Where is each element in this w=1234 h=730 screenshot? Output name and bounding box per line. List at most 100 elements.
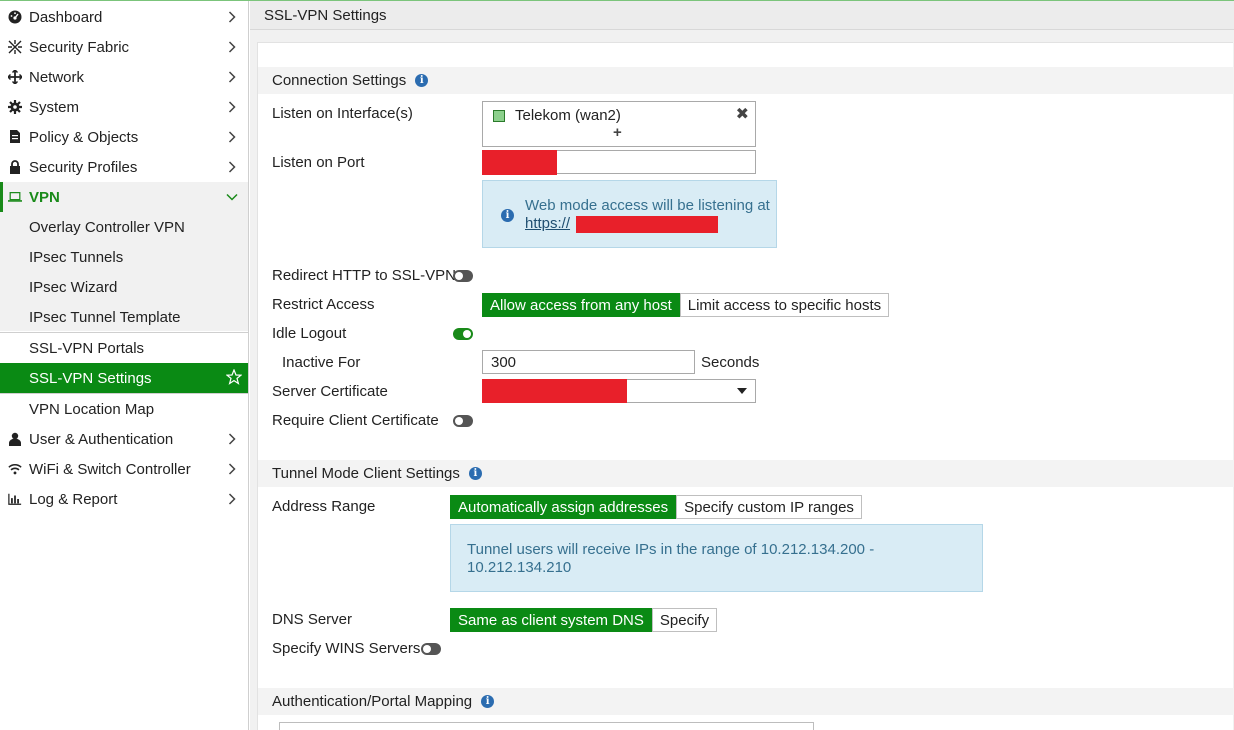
wins-servers-toggle[interactable]: [421, 643, 441, 655]
web-mode-info-text: Web mode access will be listening at: [525, 197, 770, 214]
inactive-for-label: Inactive For: [282, 354, 361, 371]
listen-port-label: Listen on Port: [272, 154, 365, 171]
same-as-client-dns-option[interactable]: Same as client system DNS: [450, 608, 652, 632]
sidebar-item-label: Dashboard: [29, 8, 103, 26]
restrict-access-segmented: Allow access from any host Limit access …: [482, 293, 890, 317]
require-client-cert-toggle[interactable]: [453, 415, 473, 427]
auth-portal-mapping-header: Authentication/Portal Mapping i: [258, 688, 1234, 715]
idle-logout-label: Idle Logout: [272, 325, 347, 342]
sidebar-item-system[interactable]: System: [0, 92, 248, 122]
add-icon[interactable]: +: [613, 124, 622, 141]
interface-selector[interactable]: Telekom (wan2) ✖ +: [482, 101, 756, 147]
sidebar-item-label: User & Authentication: [29, 430, 174, 448]
sidebar-item-security-fabric[interactable]: Security Fabric: [0, 32, 248, 62]
info-icon[interactable]: i: [468, 467, 482, 480]
chevron-right-icon: [226, 462, 238, 476]
wins-servers-label: Specify WINS Servers: [272, 640, 421, 657]
custom-ip-ranges-option[interactable]: Specify custom IP ranges: [676, 495, 862, 519]
page-title-bar: SSL-VPN Settings: [250, 1, 1234, 30]
seconds-label: Seconds: [701, 354, 760, 371]
sidebar-item-label: Network: [29, 68, 85, 86]
portal-mapping-table[interactable]: [279, 722, 814, 730]
sidebar-item-policy-objects[interactable]: Policy & Objects: [0, 122, 248, 152]
sidebar-item-label: SSL-VPN Settings: [29, 369, 152, 387]
sidebar-item-label: Policy & Objects: [29, 128, 139, 146]
chevron-right-icon: [226, 432, 238, 446]
laptop-icon: [8, 190, 22, 204]
sidebar-item-label: Security Fabric: [29, 38, 130, 56]
tunnel-info-line-2: 10.212.134.210: [467, 559, 572, 576]
address-range-segmented: Automatically assign addresses Specify c…: [450, 495, 862, 519]
settings-panel: Connection Settings i Listen on Interfac…: [257, 42, 1234, 730]
sidebar-item-user-authentication[interactable]: User & Authentication: [0, 424, 248, 454]
network-arrows-icon: [8, 70, 22, 84]
restrict-access-label: Restrict Access: [272, 296, 375, 313]
info-icon: i: [501, 209, 514, 222]
sidebar-item-ipsec-tunnel-template[interactable]: IPsec Tunnel Template: [0, 302, 248, 332]
sidebar-item-label: VPN Location Map: [29, 400, 155, 418]
page-title: SSL-VPN Settings: [264, 6, 387, 24]
redirect-http-toggle[interactable]: [453, 270, 473, 282]
lock-icon: [8, 160, 22, 174]
tunnel-ip-info-box: Tunnel users will receive IPs in the ran…: [450, 524, 983, 592]
web-mode-link[interactable]: https://: [525, 215, 570, 232]
sidebar-item-label: IPsec Tunnel Template: [29, 308, 181, 326]
document-icon: [8, 130, 22, 144]
sidebar-item-wifi-switch[interactable]: WiFi & Switch Controller: [0, 454, 248, 484]
sidebar-item-label: WiFi & Switch Controller: [29, 460, 191, 478]
tunnel-info-line-1: Tunnel users will receive IPs in the ran…: [467, 541, 875, 558]
interface-tag: Telekom (wan2): [493, 107, 621, 124]
sidebar-item-ipsec-tunnels[interactable]: IPsec Tunnels: [0, 242, 248, 272]
listen-interface-label: Listen on Interface(s): [272, 105, 413, 122]
wifi-icon: [8, 462, 22, 476]
sidebar-item-network[interactable]: Network: [0, 62, 248, 92]
interface-name: Telekom (wan2): [515, 107, 621, 124]
sidebar-item-security-profiles[interactable]: Security Profiles: [0, 152, 248, 182]
chevron-down-icon: [226, 190, 238, 204]
sidebar-item-ssl-vpn-settings[interactable]: SSL-VPN Settings: [0, 363, 248, 393]
sidebar-item-log-report[interactable]: Log & Report: [0, 484, 248, 514]
redacted-url: [576, 216, 718, 233]
info-icon[interactable]: i: [481, 695, 495, 708]
sidebar-item-label: Log & Report: [29, 490, 118, 508]
section-title: Tunnel Mode Client Settings: [272, 465, 460, 482]
sidebar-item-label: IPsec Wizard: [29, 278, 118, 296]
sidebar-item-vpn-location-map[interactable]: VPN Location Map: [0, 394, 248, 424]
sidebar: Dashboard Security Fabric Network System: [0, 1, 249, 730]
gear-icon: [8, 100, 22, 114]
star-icon[interactable]: [226, 369, 242, 385]
chevron-right-icon: [226, 130, 238, 144]
security-fabric-icon: [8, 40, 22, 54]
web-mode-info-box: i Web mode access will be listening at h…: [482, 180, 777, 248]
dns-server-label: DNS Server: [272, 611, 353, 628]
dns-server-segmented: Same as client system DNS Specify: [450, 608, 718, 632]
sidebar-item-ipsec-wizard[interactable]: IPsec Wizard: [0, 272, 248, 302]
idle-logout-toggle[interactable]: [453, 328, 473, 340]
chevron-right-icon: [226, 70, 238, 84]
sidebar-item-dashboard[interactable]: Dashboard: [0, 2, 248, 32]
connection-settings-header: Connection Settings i: [258, 67, 1234, 94]
auto-assign-option[interactable]: Automatically assign addresses: [450, 495, 677, 519]
close-icon[interactable]: ✖: [736, 104, 749, 124]
network-port-icon: [493, 109, 505, 122]
sidebar-item-ssl-vpn-portals[interactable]: SSL-VPN Portals: [0, 333, 248, 363]
specify-dns-option[interactable]: Specify: [651, 608, 718, 632]
allow-any-host-option[interactable]: Allow access from any host: [482, 293, 680, 317]
inactive-for-input[interactable]: 300: [482, 350, 695, 374]
sidebar-item-overlay-controller-vpn[interactable]: Overlay Controller VPN: [0, 212, 248, 242]
chevron-right-icon: [226, 10, 238, 24]
sidebar-item-vpn[interactable]: VPN: [0, 182, 248, 212]
sidebar-item-label: System: [29, 98, 80, 116]
info-icon[interactable]: i: [415, 74, 429, 87]
section-title: Authentication/Portal Mapping: [272, 693, 473, 710]
redacted-certificate: [482, 379, 627, 403]
limit-specific-hosts-option[interactable]: Limit access to specific hosts: [679, 293, 890, 317]
chevron-right-icon: [226, 160, 238, 174]
require-client-cert-label: Require Client Certificate: [272, 412, 439, 429]
chevron-right-icon: [226, 100, 238, 114]
sidebar-item-label: Security Profiles: [29, 158, 138, 176]
bar-chart-icon: [8, 492, 22, 506]
main-content: Connection Settings i Listen on Interfac…: [250, 30, 1234, 730]
sidebar-item-label: Overlay Controller VPN: [29, 218, 185, 236]
sidebar-item-label: IPsec Tunnels: [29, 248, 124, 266]
